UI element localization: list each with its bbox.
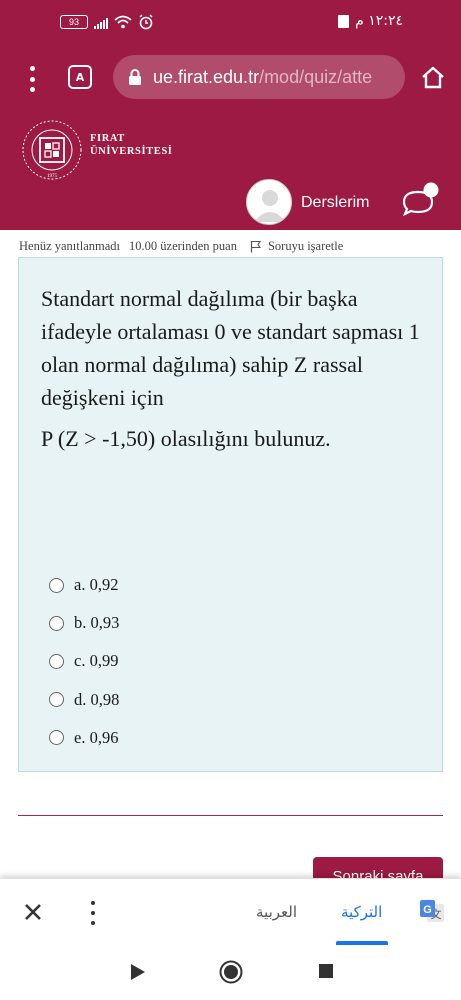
system-nav-bar: [0, 945, 461, 1000]
answer-option-a[interactable]: a. 0,92: [49, 566, 119, 604]
target-language-tab[interactable]: التركية: [341, 903, 382, 921]
question-text: Standart normal dağılıma (bir başka ifad…: [41, 282, 421, 455]
answer-option-e[interactable]: e. 0,96: [49, 719, 119, 757]
question-info: Henüz yanıtlanmadı 10.00 üzerinden puan …: [19, 237, 449, 255]
answer-label: c. 0,99: [74, 651, 119, 671]
messages-icon[interactable]: [400, 182, 442, 216]
radio-button[interactable]: [49, 692, 64, 708]
svg-text:1975: 1975: [47, 174, 58, 179]
battery-icon: 93: [60, 15, 88, 29]
url-host: ue.firat.edu.tr: [153, 66, 260, 87]
home-icon[interactable]: [420, 64, 446, 90]
brand-line2: ÜNİVERSİTESİ: [90, 146, 173, 157]
source-language-tab[interactable]: العربية: [256, 903, 297, 921]
answer-option-c[interactable]: c. 0,99: [49, 642, 119, 680]
recent-apps-icon[interactable]: [319, 964, 333, 978]
university-name: FIRAT ÜNİVERSİTESİ: [90, 132, 172, 158]
answer-label: b. 0,93: [74, 613, 120, 633]
question-status: Henüz yanıtlanmadı: [19, 238, 121, 253]
brand-line1: FIRAT: [90, 133, 125, 144]
address-bar[interactable]: ue.firat.edu.tr/mod/quiz/atte: [113, 55, 405, 99]
user-avatar[interactable]: [246, 179, 292, 225]
question-points: 10.00 üzerinden puan: [129, 238, 237, 253]
flag-question-link[interactable]: Soruyu işaretle: [268, 239, 343, 254]
radio-button[interactable]: [49, 730, 64, 746]
home-button-icon[interactable]: [219, 960, 243, 984]
translate-bar: العربية التركية 文 G: [0, 878, 461, 945]
question-stem: Standart normal dağılıma (bir başka ifad…: [41, 286, 420, 410]
answer-option-d[interactable]: d. 0,98: [49, 681, 119, 719]
answer-option-b[interactable]: b. 0,93: [49, 604, 119, 642]
answer-options: a. 0,92 b. 0,93 c. 0,99 d. 0,98 e. 0,96: [49, 566, 119, 757]
courses-menu-link[interactable]: Derslerim: [301, 194, 369, 212]
browser-toolbar: A ue.firat.edu.tr/mod/quiz/atte: [0, 50, 461, 108]
signal-icon: [94, 16, 108, 29]
radio-button[interactable]: [49, 577, 64, 593]
radio-button[interactable]: [49, 615, 64, 631]
lock-icon: [129, 69, 141, 85]
wifi-icon: [114, 15, 132, 29]
status-icons-right: ١٢:٢٤ م: [338, 13, 403, 29]
status-bar: 93 ١٢:٢٤ م: [0, 0, 461, 50]
svg-text:G: G: [423, 904, 432, 916]
university-logo[interactable]: 1975: [20, 118, 84, 182]
divider: [18, 815, 443, 816]
battery-level: 93: [68, 17, 79, 27]
google-translate-icon[interactable]: 文 G: [418, 898, 446, 926]
radio-button[interactable]: [49, 653, 64, 669]
close-icon[interactable]: [22, 901, 44, 923]
sim-icon: [338, 14, 350, 28]
answer-label: e. 0,96: [74, 727, 119, 747]
url-path: /mod/quiz/atte: [259, 66, 373, 87]
more-options-icon[interactable]: [90, 901, 96, 925]
alarm-icon: [139, 14, 153, 30]
site-header: 1975 FIRAT ÜNİVERSİTESİ Derslerim: [0, 108, 461, 230]
play-icon[interactable]: [130, 963, 146, 981]
answer-label: d. 0,98: [74, 689, 120, 709]
question-box: Standart normal dağılıma (bir başka ifad…: [18, 257, 443, 772]
answer-label: a. 0,92: [74, 575, 119, 595]
tab-switcher-icon[interactable]: A: [68, 65, 92, 89]
question-prompt: P (Z > -1,50) olasılığını bulunuz.: [41, 426, 331, 451]
status-icons-left: 93: [60, 14, 154, 30]
user-bar: Derslerim: [0, 179, 461, 230]
flag-icon[interactable]: [250, 240, 262, 253]
clock: ١٢:٢٤ م: [355, 13, 403, 29]
browser-menu-icon[interactable]: [28, 66, 36, 92]
